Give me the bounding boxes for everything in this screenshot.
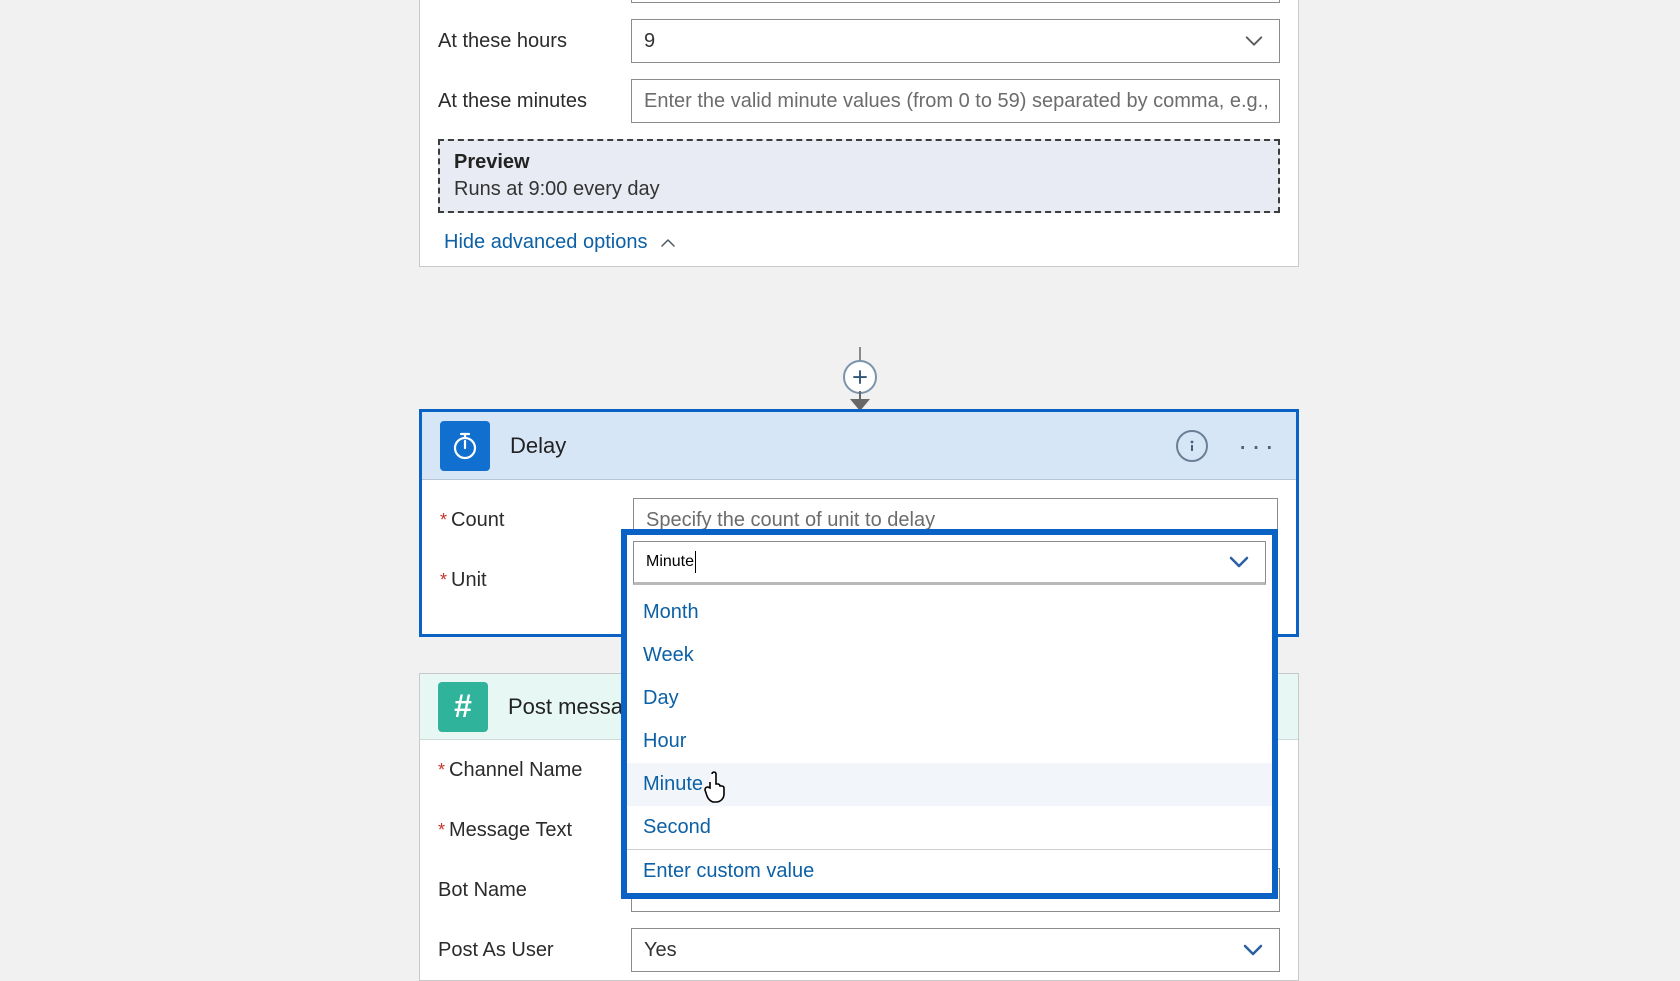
label-postas: Post As User — [438, 939, 631, 962]
chevron-down-icon — [1243, 30, 1265, 52]
label-unit: Unit — [440, 569, 633, 592]
unit-value: Minute — [646, 553, 694, 571]
chevron-down-icon — [1241, 938, 1265, 962]
unit-option-second[interactable]: Second — [627, 806, 1272, 849]
unit-option-day[interactable]: Day — [627, 677, 1272, 720]
label-hours: At these hours — [438, 30, 631, 53]
preview-text: Runs at 9:00 every day — [454, 178, 1264, 201]
unit-dropdown[interactable]: Minute Month Week Day Hour Minute Second… — [621, 529, 1278, 899]
recurrence-card: Time zone Start time At these hours 9 At… — [419, 0, 1299, 267]
label-bot: Bot Name — [438, 879, 631, 902]
hours-value: 9 — [644, 30, 655, 53]
chevron-down-icon — [1227, 550, 1251, 574]
chevron-up-icon — [659, 234, 677, 252]
unit-option-hour[interactable]: Hour — [627, 720, 1272, 763]
unit-option-list: Month Week Day Hour Minute Second Enter … — [627, 591, 1272, 893]
info-button[interactable] — [1176, 430, 1208, 462]
row-start-time: Start time — [420, 0, 1298, 11]
preview-title: Preview — [454, 151, 1264, 174]
row-minutes: At these minutes — [420, 71, 1298, 131]
label-count: Count — [440, 509, 633, 532]
delay-header[interactable]: Delay ··· — [422, 412, 1296, 480]
label-message: Message Text — [438, 819, 631, 842]
preview-box: Preview Runs at 9:00 every day — [438, 139, 1280, 213]
row-postas: Post As User Yes — [420, 920, 1298, 980]
label-minutes: At these minutes — [438, 90, 631, 113]
start-time-input[interactable] — [631, 0, 1280, 3]
minutes-input[interactable] — [631, 79, 1280, 123]
unit-option-minute[interactable]: Minute — [627, 763, 1272, 806]
unit-option-month[interactable]: Month — [627, 591, 1272, 634]
hours-select[interactable]: 9 — [631, 19, 1280, 63]
text-caret — [695, 551, 696, 573]
postas-select[interactable]: Yes — [631, 928, 1280, 972]
hash-icon: # — [438, 682, 488, 732]
more-button[interactable]: ··· — [1238, 430, 1278, 462]
add-step-button[interactable] — [843, 360, 877, 394]
postas-value: Yes — [644, 939, 677, 962]
timer-icon — [440, 421, 490, 471]
unit-combobox[interactable]: Minute — [633, 541, 1266, 585]
hide-advanced-text: Hide advanced options — [444, 231, 647, 254]
unit-option-week[interactable]: Week — [627, 634, 1272, 677]
row-hours: At these hours 9 — [420, 11, 1298, 71]
hide-advanced-link[interactable]: Hide advanced options — [444, 231, 677, 254]
delay-title: Delay — [510, 433, 566, 459]
label-channel: Channel Name — [438, 759, 631, 782]
unit-option-custom[interactable]: Enter custom value — [627, 849, 1272, 893]
minutes-text[interactable] — [644, 90, 1267, 113]
